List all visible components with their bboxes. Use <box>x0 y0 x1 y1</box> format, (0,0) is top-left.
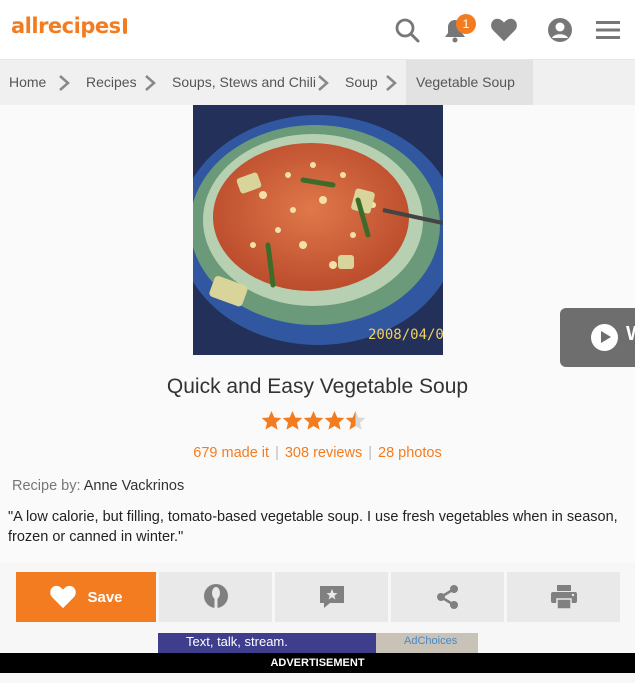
photos-link[interactable]: 28 photos <box>378 445 442 461</box>
byline: Recipe by: Anne Vackrinos <box>12 478 184 494</box>
save-button[interactable]: Save <box>16 572 156 622</box>
recipe-summary: 2008/04/02 W <box>0 105 635 563</box>
recipe-photo[interactable]: 2008/04/02 <box>193 105 443 355</box>
heart-icon <box>50 585 77 609</box>
share-icon <box>436 585 458 609</box>
review-icon <box>319 586 344 608</box>
photo-timestamp: 2008/04/02 <box>368 327 443 343</box>
chevron-right-icon <box>59 75 70 91</box>
allrecipes-logo[interactable]: allrecipes <box>11 14 127 38</box>
chevron-right-icon <box>318 75 329 91</box>
star-rating <box>261 410 367 432</box>
action-bar: Save <box>16 572 620 622</box>
save-label: Save <box>87 588 123 606</box>
chevron-right-icon <box>386 75 397 91</box>
breadcrumb: Home Recipes Soups, Stews and Chili Soup… <box>0 60 635 105</box>
user-icon[interactable] <box>546 16 574 44</box>
byline-label: Recipe by: <box>12 478 81 494</box>
ad-banner[interactable]: Text, talk, stream. AdChoices <box>158 633 478 653</box>
star-icons <box>261 411 366 430</box>
search-icon[interactable] <box>393 16 421 44</box>
recipe-stats: 679 made it | 308 reviews | 28 photos <box>193 445 442 461</box>
breadcrumb-soups-stews-chili[interactable]: Soups, Stews and Chili <box>172 60 316 105</box>
ad-text: Text, talk, stream. <box>186 634 288 649</box>
print-button[interactable] <box>507 572 620 622</box>
reviews-link[interactable]: 308 reviews <box>285 445 362 461</box>
made-it-icon <box>203 584 228 608</box>
share-button[interactable] <box>391 572 504 622</box>
review-button[interactable] <box>275 572 388 622</box>
play-icon <box>591 324 618 351</box>
recipe-title: Quick and Easy Vegetable Soup <box>166 375 469 398</box>
print-icon <box>550 585 577 610</box>
made-it-button[interactable] <box>159 572 272 622</box>
recipe-description: "A low calorie, but filling, tomato-base… <box>8 509 618 545</box>
adchoices-link[interactable]: AdChoices <box>404 635 457 647</box>
site-header: allrecipes 1 <box>0 0 635 60</box>
breadcrumb-recipes[interactable]: Recipes <box>86 60 137 105</box>
watch-video-button[interactable]: W <box>560 308 635 367</box>
breadcrumb-soup[interactable]: Soup <box>345 60 378 105</box>
chevron-right-icon <box>145 75 156 91</box>
made-it-count[interactable]: 679 made it <box>193 445 269 461</box>
advertisement-label: ADVERTISEMENT <box>0 653 635 673</box>
author-link[interactable]: Anne Vackrinos <box>84 478 184 494</box>
breadcrumb-home[interactable]: Home <box>9 60 46 105</box>
menu-icon[interactable] <box>594 16 622 44</box>
breadcrumb-vegetable-soup[interactable]: Vegetable Soup <box>406 60 533 105</box>
notification-badge: 1 <box>456 14 476 34</box>
heart-icon[interactable] <box>490 16 518 44</box>
